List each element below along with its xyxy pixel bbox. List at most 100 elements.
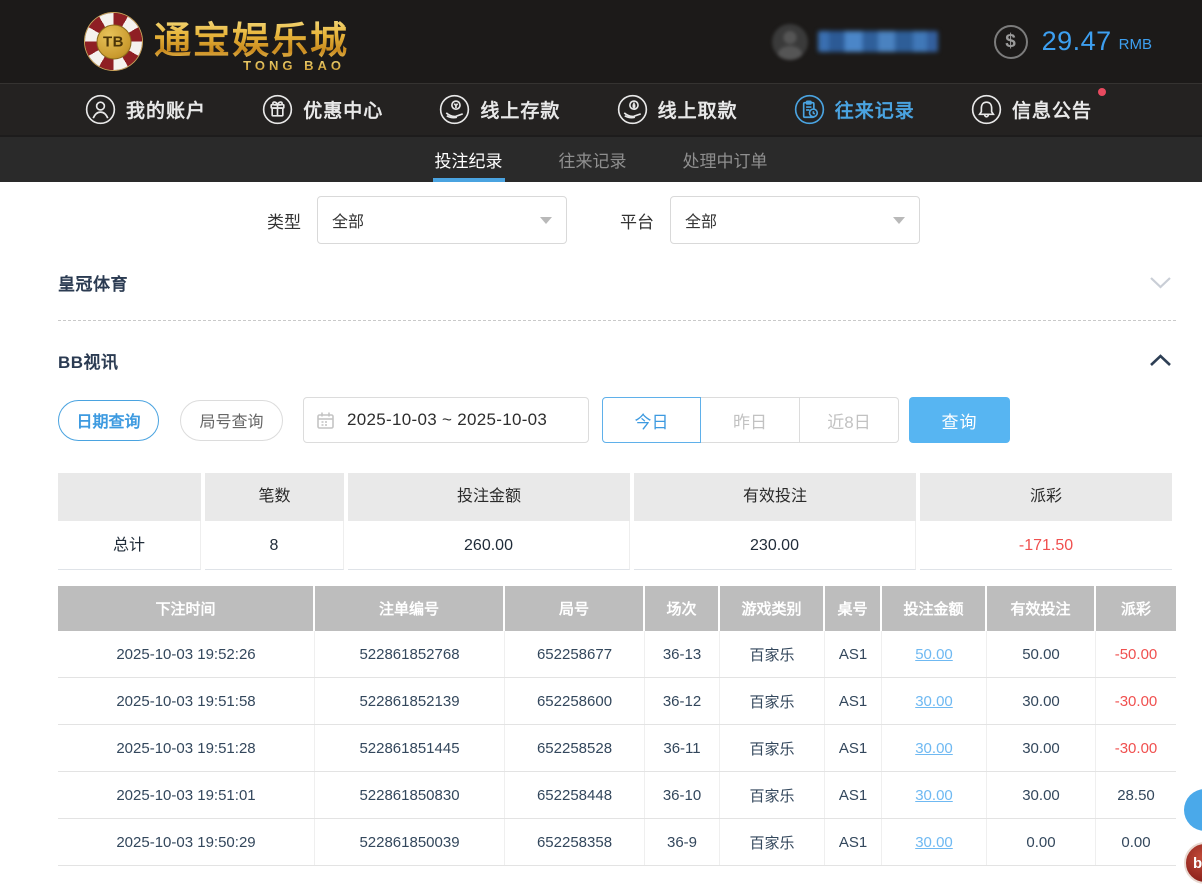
cell-payout: -30.00	[1114, 739, 1158, 757]
cell-valid: 30.00	[987, 725, 1096, 771]
cell-bet-id: 522861852768	[315, 631, 505, 677]
deposit-icon	[439, 94, 470, 125]
records-icon	[794, 94, 825, 125]
query-toolbar: 日期查询 局号查询 2025-10-03 ~ 2025-10-03 今日 昨日 …	[58, 397, 1176, 443]
quick-range-group: 今日 昨日 近8日	[602, 397, 899, 443]
cell-table-no: AS1	[825, 772, 882, 818]
bet-amount-link[interactable]: 30.00	[915, 693, 953, 710]
search-button[interactable]: 查询	[909, 397, 1010, 443]
crown-expand-chevron-down-icon[interactable]	[1149, 276, 1172, 289]
chip-tb-text: TB	[96, 24, 131, 59]
site-title: 通宝娱乐城	[154, 10, 349, 64]
cell-time: 2025-10-03 19:52:26	[58, 631, 315, 677]
tab-transaction-records[interactable]: 往来记录	[559, 137, 627, 182]
col-payout: 派彩	[1120, 601, 1151, 618]
gift-icon	[262, 94, 293, 125]
col-round: 局号	[505, 586, 645, 631]
table-row: 2025-10-03 19:51:58 522861852139 6522586…	[58, 678, 1176, 725]
cell-valid: 0.00	[987, 819, 1096, 865]
cell-round: 652258528	[505, 725, 645, 771]
type-select[interactable]: 全部	[317, 196, 567, 244]
withdraw-icon	[617, 94, 648, 125]
nav-item-withdraw[interactable]: 线上取款	[617, 94, 738, 125]
cell-round: 652258448	[505, 772, 645, 818]
summary-header-valid-bet: 有效投注	[634, 473, 916, 521]
cell-table-no: AS1	[825, 631, 882, 677]
cell-round: 652258600	[505, 678, 645, 724]
summary-total-row: 总计 8 260.00 230.00 -171.50	[58, 521, 1176, 570]
cell-payout: 28.50	[1117, 786, 1155, 804]
nav-item-promotions[interactable]: 优惠中心	[262, 94, 383, 125]
platform-filter-label: 平台	[620, 212, 654, 232]
bet-amount-link[interactable]: 30.00	[915, 740, 953, 757]
date-range-input[interactable]: 2025-10-03 ~ 2025-10-03	[303, 397, 589, 443]
cell-session: 36-13	[645, 631, 720, 677]
table-row: 2025-10-03 19:51:01 522861850830 6522584…	[58, 772, 1176, 819]
cell-valid: 30.00	[987, 678, 1096, 724]
cell-table-no: AS1	[825, 725, 882, 771]
type-filter-label: 类型	[267, 212, 301, 232]
date-query-button[interactable]: 日期查询	[58, 399, 159, 441]
col-valid-bet: 有效投注	[987, 586, 1096, 631]
chevron-down-icon	[540, 216, 552, 224]
tab-pending-orders[interactable]: 处理中订单	[683, 137, 768, 182]
cell-payout: -50.00	[1114, 645, 1158, 663]
main-content: 类型 全部 平台 全部 皇冠体育 BB视讯 日期查询 局号查询 2025-10-…	[0, 182, 1202, 866]
bet-amount-link[interactable]: 50.00	[915, 646, 953, 663]
section-bb-video: BB视讯	[58, 348, 1176, 373]
username-redacted	[817, 31, 938, 52]
today-button[interactable]: 今日	[602, 397, 701, 443]
calendar-icon	[317, 412, 334, 429]
cell-payout: -30.00	[1114, 692, 1158, 710]
cell-valid: 50.00	[987, 631, 1096, 677]
nav-item-transaction-records[interactable]: 往来记录	[794, 94, 915, 125]
cell-valid: 30.00	[987, 772, 1096, 818]
col-table-no: 桌号	[825, 586, 882, 631]
section-divider	[58, 320, 1176, 321]
nav-item-announcements[interactable]: 信息公告	[971, 88, 1106, 125]
platform-select[interactable]: 全部	[670, 196, 920, 244]
cell-game: 百家乐	[720, 725, 825, 771]
summary-header-count: 笔数	[205, 473, 344, 521]
nav-item-deposit[interactable]: 线上存款	[439, 94, 560, 125]
main-nav: 我的账户 优惠中心 线上存款 线上取款 往来记录 信息公告	[0, 83, 1202, 135]
cell-bet-id: 522861852139	[315, 678, 505, 724]
filter-row: 类型 全部 平台 全部	[267, 196, 1176, 244]
summary-total-label: 总计	[58, 521, 201, 570]
summary-header-payout: 派彩	[920, 473, 1172, 521]
bet-amount-link[interactable]: 30.00	[915, 787, 953, 804]
summary-payout-value: -171.50	[920, 521, 1172, 570]
summary-valid-bet-value: 230.00	[634, 521, 916, 570]
bet-records-table: 下注时间 注单编号 局号 场次 游戏类别 桌号 投注金额 有效投注 派彩 202…	[58, 586, 1176, 866]
bb-collapse-chevron-up-icon[interactable]	[1149, 354, 1172, 367]
yesterday-button[interactable]: 昨日	[701, 397, 800, 443]
round-query-button[interactable]: 局号查询	[180, 399, 283, 441]
cell-table-no: AS1	[825, 819, 882, 865]
dollar-coin-icon: $	[993, 24, 1028, 59]
summary-header-row: 笔数 投注金额 有效投注 派彩	[58, 473, 1176, 521]
cell-session: 36-10	[645, 772, 720, 818]
balance-amount: 29.47	[1041, 26, 1112, 56]
notification-dot	[1097, 88, 1106, 96]
cell-round: 652258677	[505, 631, 645, 677]
cell-table-no: AS1	[825, 678, 882, 724]
cell-bet-id: 522861851445	[315, 725, 505, 771]
bet-amount-link[interactable]: 30.00	[915, 834, 953, 851]
nav-item-my-account[interactable]: 我的账户	[85, 94, 206, 125]
service-letter: b	[1193, 854, 1202, 872]
cell-session: 36-9	[645, 819, 720, 865]
cell-game: 百家乐	[720, 678, 825, 724]
balance-currency: RMB	[1118, 36, 1152, 53]
subtab-bar: 投注纪录 往来记录 处理中订单	[0, 135, 1202, 182]
casino-chip-icon: TB	[85, 13, 142, 70]
site-logo[interactable]: TB 通宝娱乐城 TONG BAO	[85, 10, 349, 73]
cell-session: 36-12	[645, 678, 720, 724]
last8days-button[interactable]: 近8日	[800, 397, 899, 443]
section-crown-sports: 皇冠体育	[58, 270, 1176, 295]
user-avatar[interactable]	[771, 23, 808, 60]
cell-time: 2025-10-03 19:50:29	[58, 819, 315, 865]
col-bet-amount: 投注金额	[882, 586, 987, 631]
tab-bet-records[interactable]: 投注纪录	[432, 137, 505, 182]
user-icon	[85, 94, 116, 125]
cell-bet-id: 522861850830	[315, 772, 505, 818]
